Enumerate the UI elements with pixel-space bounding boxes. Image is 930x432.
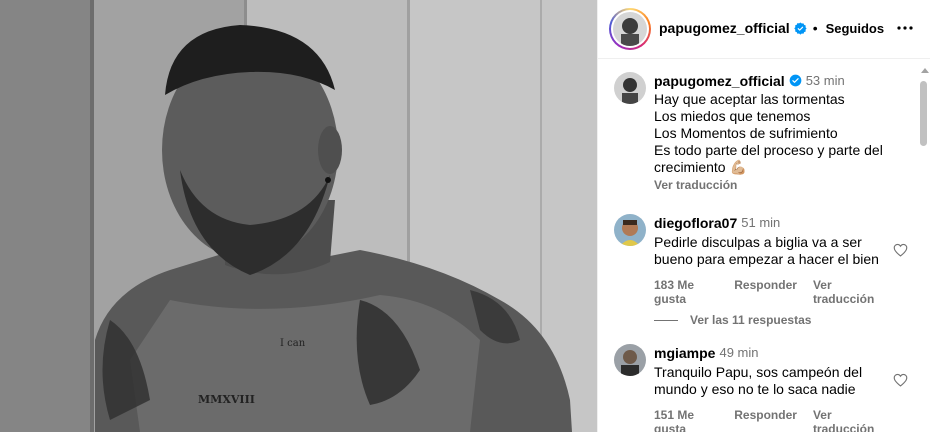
caption-line: Los miedos que tenemos [654, 108, 811, 124]
caption-see-translation[interactable]: Ver traducción [654, 178, 914, 192]
tattoo-text-i-can: I can [280, 338, 306, 349]
comment-line: Tranquilo Papu, sos campeón del [654, 364, 863, 380]
view-replies-label[interactable]: Ver las 11 respuestas [690, 313, 811, 327]
author-avatar[interactable] [613, 12, 647, 46]
verified-badge-icon [789, 74, 802, 87]
more-options-icon[interactable] [897, 20, 913, 36]
caption-line: crecimiento 💪🏼 [654, 159, 747, 175]
comment-line: Pedirle disculpas a biglia va a ser [654, 234, 862, 250]
comment-username[interactable]: mgiampe [654, 345, 715, 361]
post-sidebar: papugomez_official • Seguidos papugomez_… [597, 0, 930, 432]
comment-translate-button[interactable]: Ver traducción [813, 408, 884, 432]
comment-likes[interactable]: 183 Me gusta [654, 278, 718, 306]
comment-username[interactable]: diegoflora07 [654, 215, 737, 231]
comment-time: 49 min [719, 345, 759, 360]
author-story-ring[interactable] [609, 8, 651, 50]
scroll-up-arrow-icon[interactable] [921, 68, 929, 73]
tattoo-text-mmxviii: MMXVIII [198, 393, 255, 406]
scroll-thumb[interactable] [920, 81, 927, 146]
heart-icon[interactable] [893, 243, 908, 257]
comment-translate-button[interactable]: Ver traducción [813, 278, 884, 306]
comment-text: Pedirle disculpas a biglia va a ser buen… [654, 234, 884, 268]
commenter-avatar[interactable] [614, 344, 646, 376]
comment-likes[interactable]: 151 Me gusta [654, 408, 718, 432]
view-replies-button[interactable]: Ver las 11 respuestas [654, 313, 811, 327]
caption-text: Hay que aceptar las tormentas Los miedos… [654, 91, 914, 176]
comment-line: mundo y eso no te lo saca nadie [654, 381, 856, 397]
post-photo-image: I can MMXVIII [0, 0, 597, 432]
caption-line: Es todo parte del proceso y parte del [654, 142, 883, 158]
comment-text: Tranquilo Papu, sos campeón del mundo y … [654, 364, 884, 398]
comments-list[interactable]: papugomez_official 53 min Hay que acepta… [598, 60, 916, 432]
verified-badge-icon [793, 21, 807, 35]
caption-line: Hay que aceptar las tormentas [654, 91, 845, 107]
replies-divider [654, 319, 678, 321]
post-photo[interactable]: I can MMXVIII [0, 0, 597, 432]
comment-reply-button[interactable]: Responder [734, 408, 797, 432]
caption-line: Los Momentos de sufrimiento [654, 125, 838, 141]
following-button[interactable]: Seguidos [826, 21, 885, 36]
comment-time: 51 min [741, 215, 781, 230]
commenter-avatar[interactable] [614, 214, 646, 246]
post-header: papugomez_official • Seguidos [598, 0, 930, 59]
comment-line: bueno para empezar a hacer el bien [654, 251, 879, 267]
caption-time: 53 min [805, 73, 845, 88]
heart-icon[interactable] [893, 373, 908, 387]
comment-reply-button[interactable]: Responder [734, 278, 797, 306]
caption-author-avatar[interactable] [614, 72, 646, 104]
author-username[interactable]: papugomez_official [659, 20, 790, 36]
comments-scrollbar[interactable] [916, 60, 930, 432]
caption-username[interactable]: papugomez_official [654, 73, 785, 89]
